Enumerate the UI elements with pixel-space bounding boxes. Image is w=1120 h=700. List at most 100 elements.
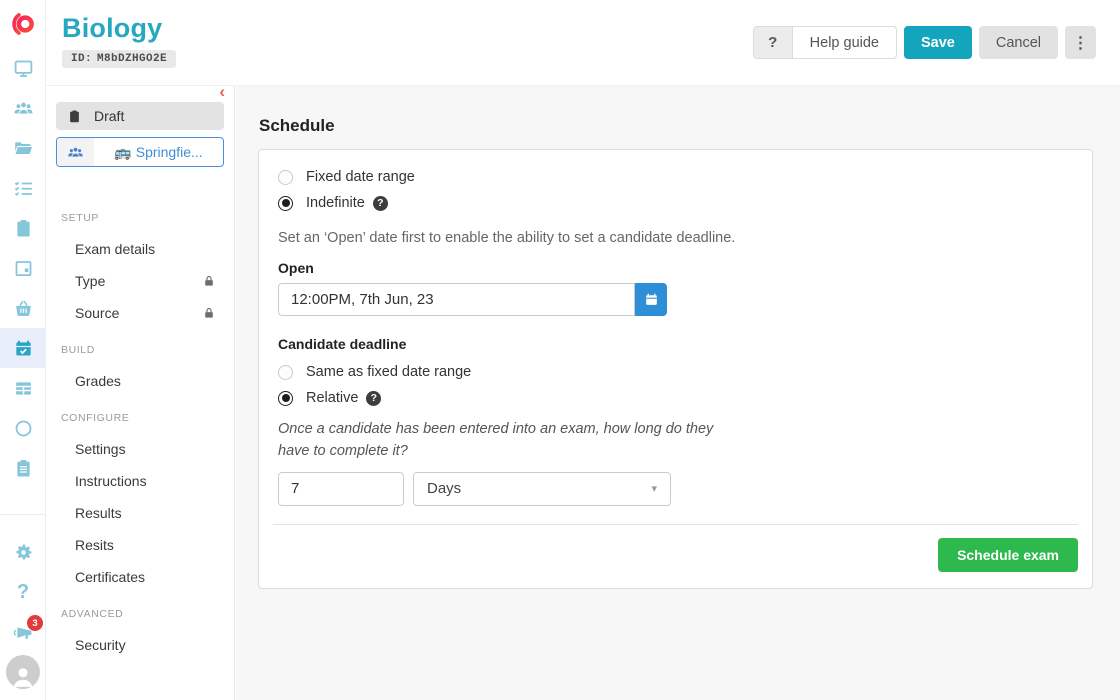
deadline-question-text: Once a candidate has been entered into a… <box>278 419 733 463</box>
radio-same-as-fixed[interactable]: Same as fixed date range <box>273 359 1078 385</box>
clipboard-icon <box>13 218 34 239</box>
help-guide-button[interactable]: ? Help guide <box>753 26 897 59</box>
indefinite-help-icon[interactable]: ? <box>373 196 388 211</box>
group-springfield-button[interactable]: 🚌 Springfie... <box>56 137 224 167</box>
logo-icon <box>8 9 38 39</box>
nav-label: Resits <box>75 537 114 553</box>
sidebar-nav: SETUP Exam details Type Source BUILD Gra… <box>47 203 234 661</box>
relative-help-icon[interactable]: ? <box>366 391 381 406</box>
more-options-button[interactable]: ⋮ <box>1065 26 1096 59</box>
rail-users-item[interactable] <box>0 88 46 128</box>
kebab-icon: ⋮ <box>1073 33 1089 53</box>
exam-id-label: ID: <box>71 53 92 65</box>
schedule-heading: Schedule <box>259 116 1093 136</box>
help-question-icon: ? <box>754 27 793 58</box>
calendar-check-icon <box>13 338 34 359</box>
card-divider <box>273 524 1078 525</box>
nav-label: Security <box>75 637 126 653</box>
duration-value-input[interactable] <box>278 472 404 506</box>
folder-icon <box>13 138 34 159</box>
schedule-exam-button[interactable]: Schedule exam <box>938 538 1078 572</box>
main-content: Schedule Fixed date range Indefinite ? S… <box>236 86 1120 700</box>
open-date-helper-text: Set an ‘Open’ date first to enable the a… <box>278 230 1078 246</box>
rail-image-frame-item[interactable] <box>0 248 46 288</box>
rail-report-item[interactable] <box>0 448 46 488</box>
grid-icon <box>13 378 34 399</box>
avatar <box>6 655 40 689</box>
radio-indefinite[interactable]: Indefinite ? <box>273 190 1078 216</box>
nav-section-configure: CONFIGURE <box>47 403 234 433</box>
circle-icon <box>13 418 34 439</box>
schedule-card: Fixed date range Indefinite ? Set an ‘Op… <box>258 149 1093 589</box>
card-footer: Schedule exam <box>273 538 1078 572</box>
image-frame-icon <box>13 258 34 279</box>
sidebar-item-grades[interactable]: Grades <box>47 365 234 397</box>
radio-relative[interactable]: Relative ? <box>273 385 1078 411</box>
nav-section-build: BUILD <box>47 335 234 365</box>
radio-fixed-date-range[interactable]: Fixed date range <box>273 164 1078 190</box>
app-logo[interactable] <box>0 0 46 48</box>
open-date-picker-button[interactable] <box>635 283 667 316</box>
cancel-button[interactable]: Cancel <box>979 26 1058 59</box>
radio-unchecked-icon <box>278 170 293 185</box>
radio-label: Fixed date range <box>306 169 415 185</box>
person-icon <box>10 663 36 689</box>
open-date-input[interactable] <box>278 283 635 316</box>
rail-monitor-item[interactable] <box>0 48 46 88</box>
exam-id-badge: ID: M8bDZHGO2E <box>62 50 176 68</box>
rail-profile-item[interactable] <box>0 652 46 692</box>
nav-section-advanced: ADVANCED <box>47 599 234 629</box>
calendar-icon <box>643 291 660 308</box>
sidebar-item-settings[interactable]: Settings <box>47 433 234 465</box>
rail-checklist-item[interactable] <box>0 168 46 208</box>
rail-basket-item[interactable] <box>0 288 46 328</box>
duration-unit-select[interactable]: Days ▾ <box>413 472 671 506</box>
question-mark-icon: ? <box>17 581 29 604</box>
checklist-icon <box>13 178 34 199</box>
sidebar-item-security[interactable]: Security <box>47 629 234 661</box>
notification-badge: 3 <box>27 615 43 631</box>
rail-settings-item[interactable] <box>0 532 46 572</box>
nav-label: Certificates <box>75 569 145 585</box>
sidebar-item-exam-details[interactable]: Exam details <box>47 233 234 265</box>
users-icon <box>13 98 34 119</box>
status-draft-button[interactable]: Draft <box>56 102 224 130</box>
sidebar-item-type[interactable]: Type <box>47 265 234 297</box>
sidebar-item-instructions[interactable]: Instructions <box>47 465 234 497</box>
sidebar-item-resits[interactable]: Resits <box>47 529 234 561</box>
rail-circle-item[interactable] <box>0 408 46 448</box>
open-date-row <box>278 283 1078 316</box>
group-name: Springfie... <box>136 144 203 160</box>
monitor-icon <box>13 58 34 79</box>
exam-id-value: M8bDZHGO2E <box>97 53 167 65</box>
sidebar-item-source[interactable]: Source <box>47 297 234 329</box>
rail-grid-item[interactable] <box>0 368 46 408</box>
rail-calendar-check-item[interactable] <box>0 328 46 368</box>
rail-folder-item[interactable] <box>0 128 46 168</box>
radio-checked-icon <box>278 391 293 406</box>
lock-icon <box>202 306 216 320</box>
icon-rail: ? 3 <box>0 0 46 700</box>
sidebar-collapse-chevron[interactable]: ‹ <box>219 85 225 99</box>
rail-announcements-item[interactable]: 3 <box>0 612 46 652</box>
sidebar-item-results[interactable]: Results <box>47 497 234 529</box>
radio-label: Same as fixed date range <box>306 364 471 380</box>
nav-label: Exam details <box>75 241 155 257</box>
radio-label: Relative <box>306 390 358 406</box>
sidebar-item-certificates[interactable]: Certificates <box>47 561 234 593</box>
group-label: 🚌 Springfie... <box>94 138 223 166</box>
nav-label: Source <box>75 305 119 321</box>
report-icon <box>13 458 34 479</box>
radio-unchecked-icon <box>278 365 293 380</box>
duration-row: Days ▾ <box>278 472 1078 506</box>
nav-label: Grades <box>75 373 121 389</box>
rail-clipboard-item[interactable] <box>0 208 46 248</box>
save-button[interactable]: Save <box>904 26 972 59</box>
group-users-segment <box>57 138 94 166</box>
basket-icon <box>13 298 34 319</box>
nav-section-setup: SETUP <box>47 203 234 233</box>
header-actions: ? Help guide Save Cancel ⋮ <box>753 26 1096 59</box>
sidebar: ‹ Draft 🚌 Springfie... SETUP Exam detail… <box>47 86 235 700</box>
rail-help-item[interactable]: ? <box>0 572 46 612</box>
nav-label: Results <box>75 505 122 521</box>
